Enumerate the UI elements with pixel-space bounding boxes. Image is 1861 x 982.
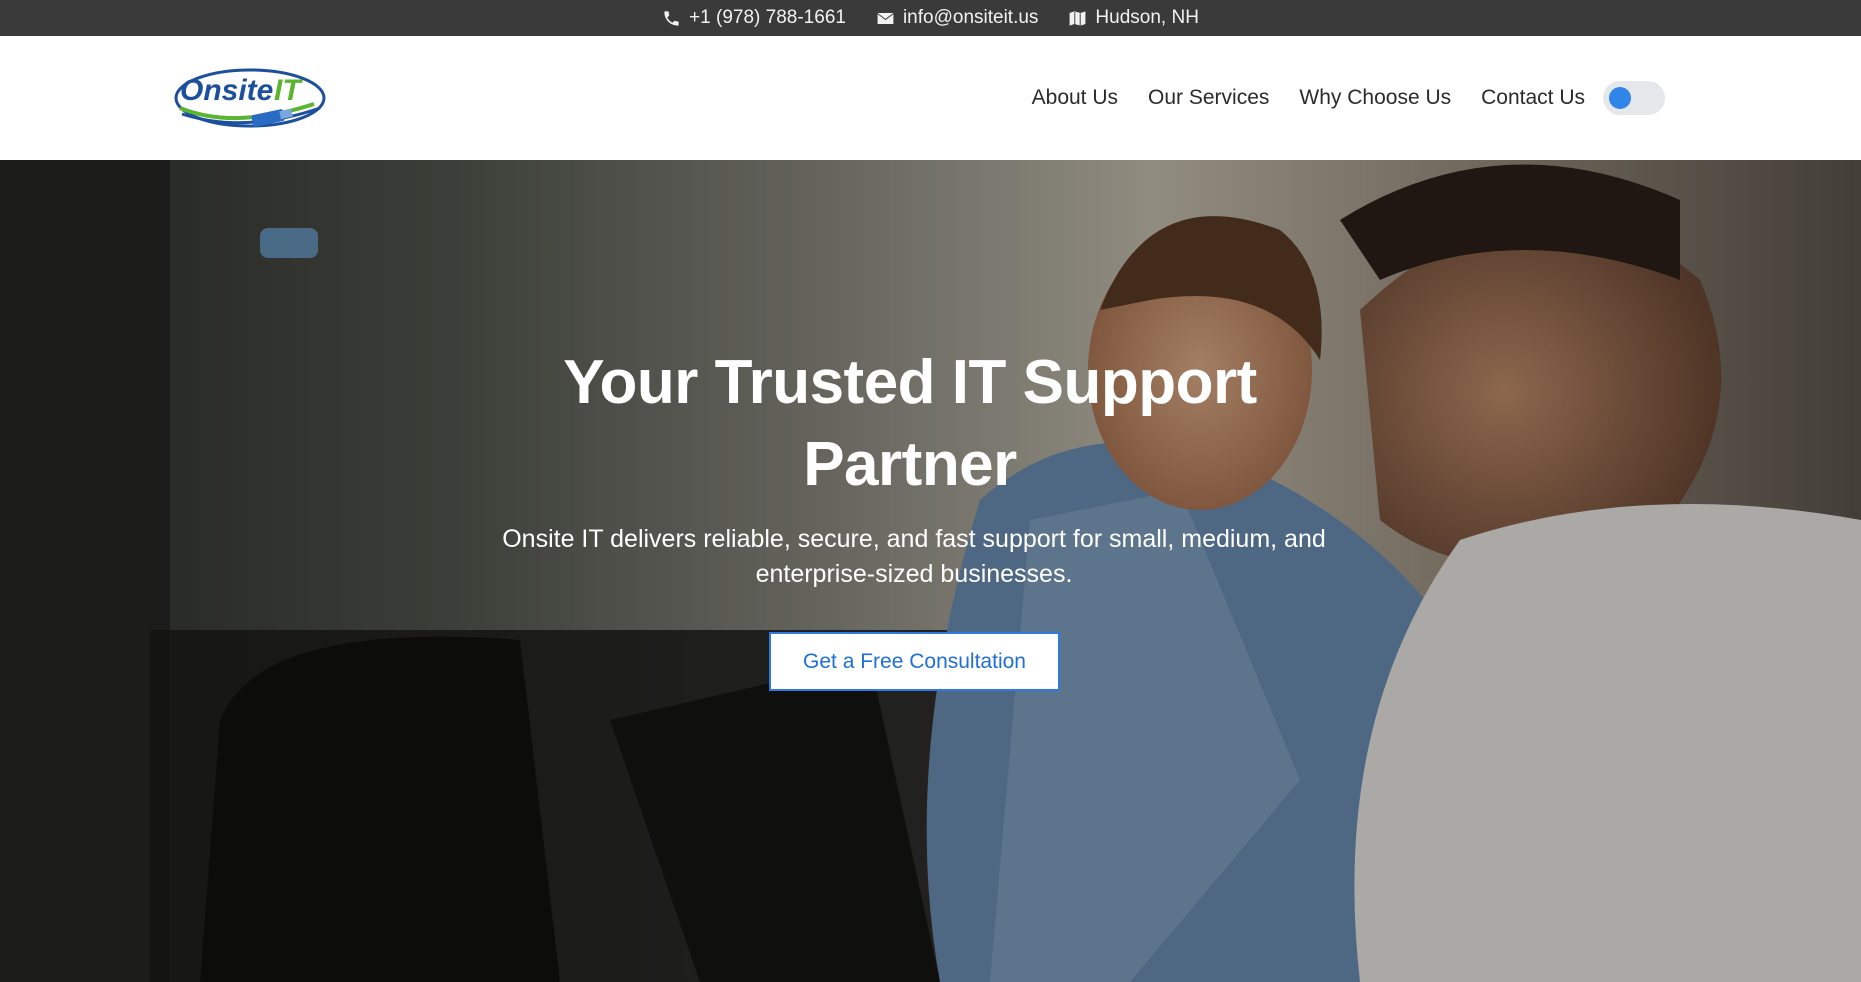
envelope-icon: [877, 12, 894, 24]
hero-subtitle: Onsite IT delivers reliable, secure, and…: [502, 525, 1326, 588]
nav-contact-us[interactable]: Contact Us: [1481, 86, 1585, 110]
map-icon: [1070, 10, 1086, 26]
phone-icon: [664, 10, 679, 26]
location-text: Hudson, NH: [1095, 7, 1199, 28]
hero-section: Your Trusted IT Support Partner Onsite I…: [0, 160, 1861, 982]
theme-toggle[interactable]: [1603, 81, 1665, 115]
nav-why-choose-us[interactable]: Why Choose Us: [1299, 86, 1451, 110]
svg-text:Onsite: Onsite: [180, 74, 273, 107]
svg-text:IT: IT: [274, 74, 303, 107]
main-nav: About Us Our Services Why Choose Us Cont…: [1032, 36, 1585, 160]
onsite-it-logo[interactable]: Onsite IT: [174, 64, 328, 134]
contact-bar: +1 (978) 788-1661 info@onsiteit.us Hudso…: [0, 0, 1861, 36]
free-consultation-button[interactable]: Get a Free Consultation: [769, 632, 1060, 691]
phone-contact[interactable]: +1 (978) 788-1661: [662, 7, 846, 29]
phone-number[interactable]: +1 (978) 788-1661: [689, 7, 846, 29]
email-address[interactable]: info@onsiteit.us: [903, 7, 1038, 29]
hero-title: Your Trusted IT Support Partner: [563, 348, 1257, 499]
toggle-knob: [1609, 87, 1631, 109]
location-contact: Hudson, NH: [1068, 7, 1199, 29]
site-header: Onsite IT About Us Our Services Why Choo…: [0, 36, 1861, 160]
email-contact[interactable]: info@onsiteit.us: [876, 7, 1038, 29]
nav-our-services[interactable]: Our Services: [1148, 86, 1269, 110]
nav-about-us[interactable]: About Us: [1032, 86, 1118, 110]
